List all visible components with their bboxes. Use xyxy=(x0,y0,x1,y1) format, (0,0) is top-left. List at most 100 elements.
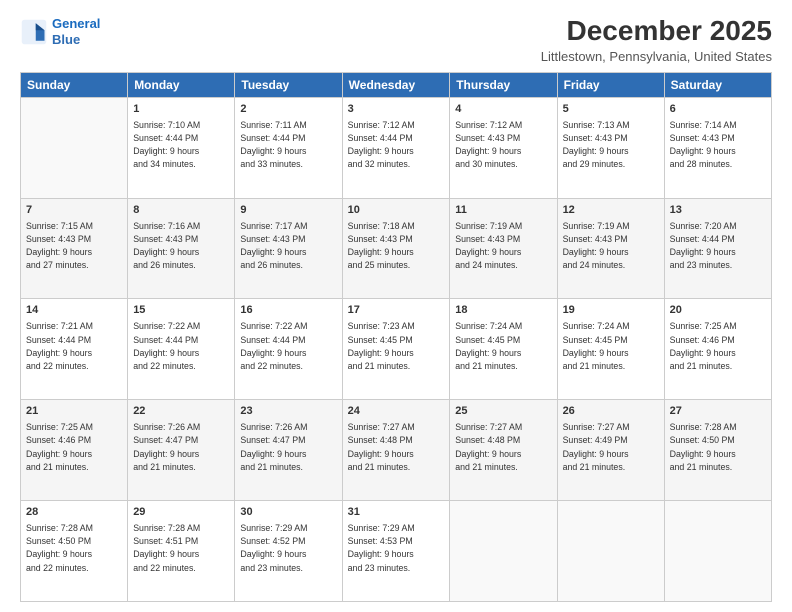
day-info: Sunrise: 7:20 AM Sunset: 4:44 PM Dayligh… xyxy=(670,220,766,273)
day-number: 15 xyxy=(133,303,229,319)
calendar-cell: 13Sunrise: 7:20 AM Sunset: 4:44 PM Dayli… xyxy=(664,198,771,299)
day-info: Sunrise: 7:16 AM Sunset: 4:43 PM Dayligh… xyxy=(133,220,229,273)
day-info: Sunrise: 7:11 AM Sunset: 4:44 PM Dayligh… xyxy=(240,119,336,172)
calendar-cell: 15Sunrise: 7:22 AM Sunset: 4:44 PM Dayli… xyxy=(128,299,235,400)
day-number: 29 xyxy=(133,505,229,521)
calendar-cell: 20Sunrise: 7:25 AM Sunset: 4:46 PM Dayli… xyxy=(664,299,771,400)
day-number: 10 xyxy=(348,203,445,219)
calendar-week-row: 1Sunrise: 7:10 AM Sunset: 4:44 PM Daylig… xyxy=(21,97,772,198)
day-number: 26 xyxy=(563,404,659,420)
day-info: Sunrise: 7:28 AM Sunset: 4:51 PM Dayligh… xyxy=(133,522,229,575)
calendar-cell xyxy=(664,501,771,602)
day-info: Sunrise: 7:27 AM Sunset: 4:48 PM Dayligh… xyxy=(348,421,445,474)
calendar-header-wednesday: Wednesday xyxy=(342,72,450,97)
title-block: December 2025 Littlestown, Pennsylvania,… xyxy=(541,16,772,64)
calendar-cell xyxy=(557,501,664,602)
calendar-cell: 30Sunrise: 7:29 AM Sunset: 4:52 PM Dayli… xyxy=(235,501,342,602)
day-number: 2 xyxy=(240,102,336,118)
calendar-header-sunday: Sunday xyxy=(21,72,128,97)
calendar-header-row: SundayMondayTuesdayWednesdayThursdayFrid… xyxy=(21,72,772,97)
day-number: 4 xyxy=(455,102,551,118)
day-info: Sunrise: 7:29 AM Sunset: 4:52 PM Dayligh… xyxy=(240,522,336,575)
day-info: Sunrise: 7:19 AM Sunset: 4:43 PM Dayligh… xyxy=(455,220,551,273)
day-number: 6 xyxy=(670,102,766,118)
day-number: 17 xyxy=(348,303,445,319)
calendar-cell: 4Sunrise: 7:12 AM Sunset: 4:43 PM Daylig… xyxy=(450,97,557,198)
page: General Blue December 2025 Littlestown, … xyxy=(0,0,792,612)
calendar-cell: 2Sunrise: 7:11 AM Sunset: 4:44 PM Daylig… xyxy=(235,97,342,198)
calendar-cell: 29Sunrise: 7:28 AM Sunset: 4:51 PM Dayli… xyxy=(128,501,235,602)
day-info: Sunrise: 7:12 AM Sunset: 4:44 PM Dayligh… xyxy=(348,119,445,172)
day-info: Sunrise: 7:15 AM Sunset: 4:43 PM Dayligh… xyxy=(26,220,122,273)
calendar-cell: 9Sunrise: 7:17 AM Sunset: 4:43 PM Daylig… xyxy=(235,198,342,299)
day-number: 24 xyxy=(348,404,445,420)
day-number: 18 xyxy=(455,303,551,319)
day-info: Sunrise: 7:14 AM Sunset: 4:43 PM Dayligh… xyxy=(670,119,766,172)
day-info: Sunrise: 7:26 AM Sunset: 4:47 PM Dayligh… xyxy=(133,421,229,474)
calendar-header-tuesday: Tuesday xyxy=(235,72,342,97)
calendar-week-row: 28Sunrise: 7:28 AM Sunset: 4:50 PM Dayli… xyxy=(21,501,772,602)
calendar-cell: 23Sunrise: 7:26 AM Sunset: 4:47 PM Dayli… xyxy=(235,400,342,501)
day-info: Sunrise: 7:27 AM Sunset: 4:48 PM Dayligh… xyxy=(455,421,551,474)
day-number: 16 xyxy=(240,303,336,319)
day-number: 3 xyxy=(348,102,445,118)
day-info: Sunrise: 7:22 AM Sunset: 4:44 PM Dayligh… xyxy=(240,320,336,373)
day-info: Sunrise: 7:25 AM Sunset: 4:46 PM Dayligh… xyxy=(670,320,766,373)
day-number: 7 xyxy=(26,203,122,219)
calendar-week-row: 14Sunrise: 7:21 AM Sunset: 4:44 PM Dayli… xyxy=(21,299,772,400)
day-info: Sunrise: 7:13 AM Sunset: 4:43 PM Dayligh… xyxy=(563,119,659,172)
subtitle: Littlestown, Pennsylvania, United States xyxy=(541,49,772,64)
day-number: 19 xyxy=(563,303,659,319)
calendar-cell: 12Sunrise: 7:19 AM Sunset: 4:43 PM Dayli… xyxy=(557,198,664,299)
day-number: 13 xyxy=(670,203,766,219)
calendar-cell: 22Sunrise: 7:26 AM Sunset: 4:47 PM Dayli… xyxy=(128,400,235,501)
day-number: 31 xyxy=(348,505,445,521)
day-number: 20 xyxy=(670,303,766,319)
calendar-cell: 24Sunrise: 7:27 AM Sunset: 4:48 PM Dayli… xyxy=(342,400,450,501)
calendar-cell: 1Sunrise: 7:10 AM Sunset: 4:44 PM Daylig… xyxy=(128,97,235,198)
calendar-cell: 7Sunrise: 7:15 AM Sunset: 4:43 PM Daylig… xyxy=(21,198,128,299)
logo-text: General Blue xyxy=(52,16,100,47)
calendar-cell: 25Sunrise: 7:27 AM Sunset: 4:48 PM Dayli… xyxy=(450,400,557,501)
day-number: 11 xyxy=(455,203,551,219)
day-info: Sunrise: 7:25 AM Sunset: 4:46 PM Dayligh… xyxy=(26,421,122,474)
day-info: Sunrise: 7:19 AM Sunset: 4:43 PM Dayligh… xyxy=(563,220,659,273)
logo: General Blue xyxy=(20,16,100,47)
day-info: Sunrise: 7:17 AM Sunset: 4:43 PM Dayligh… xyxy=(240,220,336,273)
day-info: Sunrise: 7:23 AM Sunset: 4:45 PM Dayligh… xyxy=(348,320,445,373)
day-info: Sunrise: 7:18 AM Sunset: 4:43 PM Dayligh… xyxy=(348,220,445,273)
calendar-cell: 6Sunrise: 7:14 AM Sunset: 4:43 PM Daylig… xyxy=(664,97,771,198)
day-number: 23 xyxy=(240,404,336,420)
day-number: 25 xyxy=(455,404,551,420)
day-number: 5 xyxy=(563,102,659,118)
day-info: Sunrise: 7:12 AM Sunset: 4:43 PM Dayligh… xyxy=(455,119,551,172)
day-info: Sunrise: 7:24 AM Sunset: 4:45 PM Dayligh… xyxy=(455,320,551,373)
calendar-cell: 27Sunrise: 7:28 AM Sunset: 4:50 PM Dayli… xyxy=(664,400,771,501)
logo-line1: General xyxy=(52,16,100,31)
day-number: 9 xyxy=(240,203,336,219)
calendar-header-monday: Monday xyxy=(128,72,235,97)
calendar-cell: 3Sunrise: 7:12 AM Sunset: 4:44 PM Daylig… xyxy=(342,97,450,198)
day-number: 8 xyxy=(133,203,229,219)
day-info: Sunrise: 7:26 AM Sunset: 4:47 PM Dayligh… xyxy=(240,421,336,474)
calendar-cell: 11Sunrise: 7:19 AM Sunset: 4:43 PM Dayli… xyxy=(450,198,557,299)
day-number: 21 xyxy=(26,404,122,420)
day-number: 28 xyxy=(26,505,122,521)
calendar-cell: 26Sunrise: 7:27 AM Sunset: 4:49 PM Dayli… xyxy=(557,400,664,501)
calendar-cell: 19Sunrise: 7:24 AM Sunset: 4:45 PM Dayli… xyxy=(557,299,664,400)
calendar-cell: 14Sunrise: 7:21 AM Sunset: 4:44 PM Dayli… xyxy=(21,299,128,400)
calendar-cell xyxy=(21,97,128,198)
calendar-header-thursday: Thursday xyxy=(450,72,557,97)
logo-icon xyxy=(20,18,48,46)
calendar-cell: 17Sunrise: 7:23 AM Sunset: 4:45 PM Dayli… xyxy=(342,299,450,400)
day-number: 30 xyxy=(240,505,336,521)
day-number: 22 xyxy=(133,404,229,420)
calendar-week-row: 7Sunrise: 7:15 AM Sunset: 4:43 PM Daylig… xyxy=(21,198,772,299)
calendar-cell: 8Sunrise: 7:16 AM Sunset: 4:43 PM Daylig… xyxy=(128,198,235,299)
calendar-cell: 10Sunrise: 7:18 AM Sunset: 4:43 PM Dayli… xyxy=(342,198,450,299)
calendar-cell xyxy=(450,501,557,602)
day-info: Sunrise: 7:29 AM Sunset: 4:53 PM Dayligh… xyxy=(348,522,445,575)
calendar-week-row: 21Sunrise: 7:25 AM Sunset: 4:46 PM Dayli… xyxy=(21,400,772,501)
calendar-header-friday: Friday xyxy=(557,72,664,97)
day-number: 14 xyxy=(26,303,122,319)
